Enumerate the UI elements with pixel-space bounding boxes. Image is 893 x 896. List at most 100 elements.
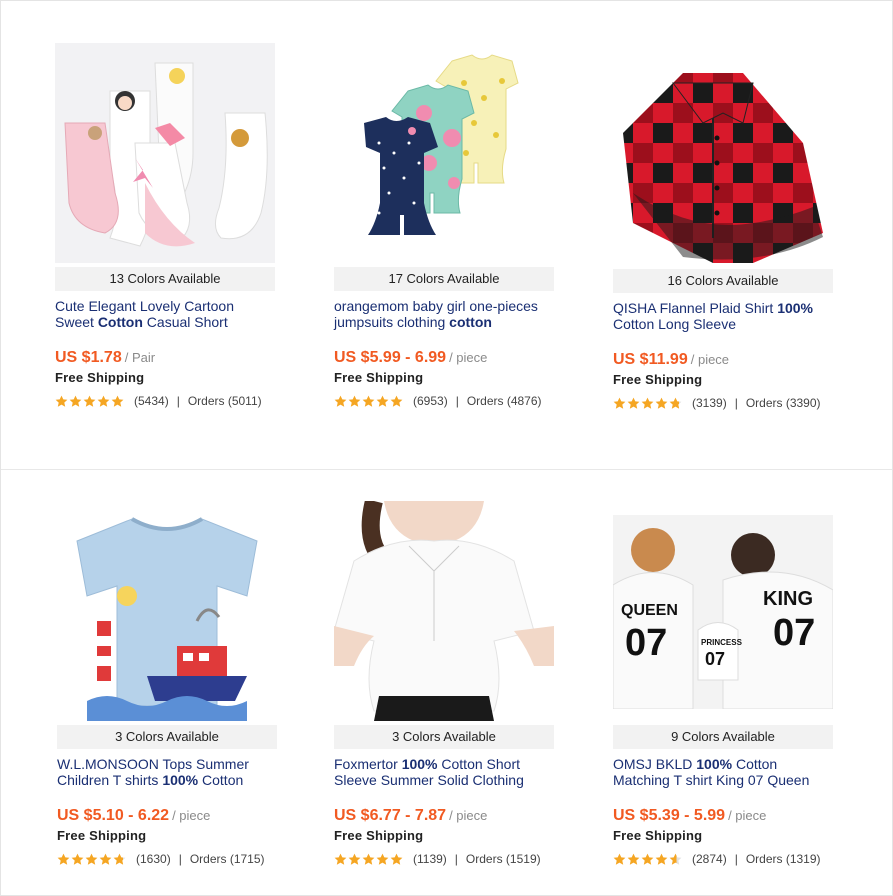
product-title-link[interactable]: QISHA Flannel Plaid Shirt 100% Cotton Lo… [613, 300, 833, 332]
price-line: US $6.77 - 7.87/ piece [334, 807, 487, 825]
title-keyword: cotton [449, 314, 492, 330]
free-shipping: Free Shipping [334, 370, 424, 385]
star-rating [613, 853, 683, 866]
price: US $5.99 - 6.99 [334, 349, 447, 366]
star-icon [613, 397, 626, 409]
separator: | [734, 852, 738, 866]
product-image[interactable] [334, 501, 554, 721]
star-icon [655, 853, 668, 865]
star-icon [99, 853, 112, 865]
title-text: Foxmertor [334, 756, 402, 772]
title-keyword: 100% [162, 772, 199, 788]
star-icon [111, 395, 124, 407]
star-icon [655, 397, 668, 409]
price-line: US $5.39 - 5.99/ piece [613, 807, 766, 825]
star-icon [641, 397, 654, 409]
product-title-link[interactable]: W.L.MONSOON Tops Summer Children T shirt… [57, 756, 277, 788]
star-icon [113, 853, 126, 865]
colors-available-label: 9 Colors Available [613, 725, 833, 749]
product-title-link[interactable]: OMSJ BKLD 100% Cotton Matching T shirt K… [613, 756, 833, 788]
rating-row: (3139) | Orders (3390) [613, 396, 821, 410]
colors-available-label: 17 Colors Available [334, 267, 554, 291]
princess-print: PRINCESS [701, 638, 743, 647]
free-shipping: Free Shipping [334, 828, 424, 843]
star-icon [627, 397, 640, 409]
review-count[interactable]: (3139) [692, 396, 727, 410]
review-count[interactable]: (1139) [413, 852, 447, 866]
separator: | [455, 394, 459, 408]
price: US $5.39 - 5.99 [613, 807, 726, 824]
star-icon [55, 395, 68, 407]
star-icon [390, 853, 403, 865]
price: US $1.78 [55, 349, 122, 366]
colors-available-label: 3 Colors Available [57, 725, 277, 749]
price-line: US $1.78/ Pair [55, 349, 155, 367]
order-count: Orders (5011) [187, 394, 262, 408]
price-line: US $5.99 - 6.99/ piece [334, 349, 487, 367]
colors-available-label: 13 Colors Available [55, 267, 275, 291]
star-icon [641, 853, 654, 865]
star-icon [362, 853, 375, 865]
separator: | [454, 852, 458, 866]
price-unit: / piece [449, 808, 488, 823]
price: US $6.77 - 7.87 [334, 807, 447, 824]
price-line: US $11.99/ piece [613, 351, 729, 369]
title-text: orangemom baby girl one-pieces jumpsuits… [334, 298, 538, 330]
title-keyword: 100% [401, 756, 438, 772]
price-line: US $5.10 - 6.22/ piece [57, 807, 210, 825]
king-print: KING [763, 588, 813, 610]
queen-number-print: 07 [625, 622, 667, 664]
title-text: QISHA Flannel Plaid Shirt [613, 300, 778, 316]
title-text: Casual Short [142, 314, 228, 330]
star-icon [97, 395, 110, 407]
price: US $11.99 [613, 351, 688, 368]
product-image[interactable] [613, 43, 833, 265]
rating-row: (2874) | Orders (1319) [613, 852, 821, 866]
price-unit: / piece [690, 352, 730, 367]
price-unit: / piece [172, 808, 211, 823]
free-shipping: Free Shipping [613, 372, 703, 387]
price-unit: / piece [449, 350, 488, 365]
product-image[interactable] [334, 43, 554, 263]
free-shipping: Free Shipping [57, 828, 147, 843]
star-icon [376, 853, 389, 865]
separator: | [734, 396, 738, 410]
star-rating [334, 853, 404, 866]
colors-available-label: 3 Colors Available [334, 725, 554, 749]
price-unit: / Pair [124, 350, 156, 365]
star-icon [613, 853, 626, 865]
star-icon [376, 395, 389, 407]
star-icon [71, 853, 84, 865]
rating-row: (1139) | Orders (1519) [334, 852, 541, 866]
product-image[interactable] [55, 43, 275, 263]
star-icon [83, 395, 96, 407]
free-shipping: Free Shipping [613, 828, 703, 843]
price-unit: / piece [728, 808, 767, 823]
star-icon [669, 853, 682, 865]
review-count[interactable]: (2874) [692, 852, 727, 866]
princess-number-print: 07 [705, 649, 725, 669]
review-count[interactable]: (5434) [134, 394, 169, 408]
title-keyword: Cotton [97, 314, 143, 330]
king-number-print: 07 [773, 612, 815, 654]
product-title-link[interactable]: orangemom baby girl one-pieces jumpsuits… [334, 298, 554, 330]
rating-row: (1630) | Orders (1715) [57, 852, 265, 866]
star-icon [85, 853, 98, 865]
star-rating [613, 397, 683, 410]
row-divider [1, 469, 892, 470]
star-icon [362, 395, 375, 407]
star-icon [390, 395, 403, 407]
product-title-link[interactable]: Foxmertor 100% Cotton Short Sleeve Summe… [334, 756, 554, 788]
order-count: Orders (4876) [466, 394, 542, 408]
free-shipping: Free Shipping [55, 370, 145, 385]
star-rating [55, 395, 125, 408]
star-icon [334, 395, 347, 407]
star-icon [57, 853, 70, 865]
star-rating [334, 395, 404, 408]
product-image[interactable]: QUEEN 07 PRINCESS 07 KING 07 [613, 515, 833, 723]
product-title-link[interactable]: Cute Elegant Lovely Cartoon Sweet Cotton… [55, 298, 275, 330]
separator: | [178, 852, 182, 866]
product-image[interactable] [57, 501, 277, 721]
review-count[interactable]: (6953) [413, 394, 448, 408]
review-count[interactable]: (1630) [136, 852, 171, 866]
